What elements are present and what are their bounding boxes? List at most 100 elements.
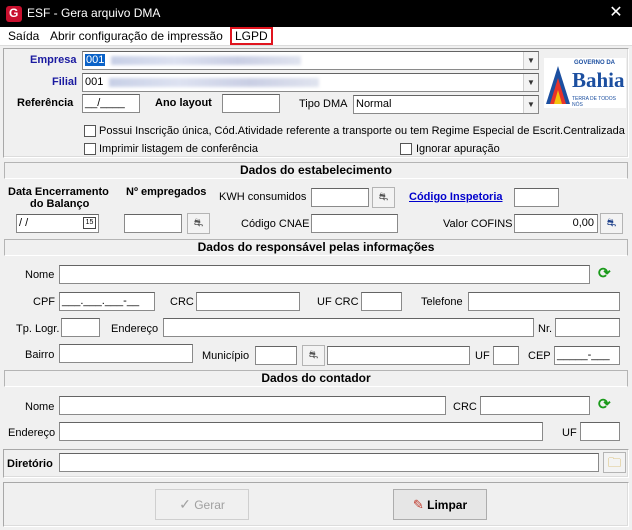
contador-endereco-input[interactable] <box>59 422 543 441</box>
empregados-label: Nº empregados <box>126 186 207 198</box>
imprimir-listagem-checkbox[interactable] <box>84 143 96 155</box>
uf-crc-input[interactable] <box>361 292 402 311</box>
binoculars-icon[interactable]: ⛐ <box>302 345 325 366</box>
imprimir-listagem-label: Imprimir listagem de conferência <box>99 143 258 155</box>
limpar-label: Limpar <box>427 498 468 512</box>
do-balanco-label: do Balanço <box>30 198 90 210</box>
tp-logr-label: Tp. Logr. <box>16 323 60 335</box>
cep-label: CEP <box>528 350 551 362</box>
binoculars-icon[interactable]: ⛐ <box>187 213 210 234</box>
empregados-input[interactable] <box>124 214 182 233</box>
close-icon[interactable]: ✕ <box>604 2 628 24</box>
nr-input[interactable] <box>555 318 620 337</box>
refresh-icon[interactable]: ⟳ <box>598 264 611 282</box>
tp-logr-input[interactable] <box>61 318 100 337</box>
eraser-icon: ✎ <box>412 497 424 512</box>
cofins-label: Valor COFINS <box>443 218 513 230</box>
inscricao-unica-checkbox[interactable] <box>84 125 96 137</box>
codigo-inspetoria-input[interactable] <box>514 188 559 207</box>
empresa-combo[interactable]: 001 ▼ <box>82 51 539 70</box>
gerar-label: Gerar <box>194 498 225 512</box>
municipio-code-input[interactable] <box>255 346 297 365</box>
diretorio-label: Diretório <box>7 458 53 470</box>
responsavel-nome-input[interactable] <box>59 265 590 284</box>
check-icon: ✓ <box>179 496 191 512</box>
folder-open-icon[interactable]: 🗀 <box>603 452 626 473</box>
data-encerramento-value: / / <box>19 217 29 229</box>
contador-crc-input[interactable] <box>480 396 590 415</box>
municipio-label: Município <box>202 350 250 362</box>
contador-nome-label: Nome <box>25 401 55 413</box>
kwh-input[interactable] <box>311 188 369 207</box>
empresa-name-redacted <box>111 55 302 65</box>
contador-uf-input[interactable] <box>580 422 620 441</box>
codigo-inspetoria-link[interactable]: Código Inspetoria <box>409 191 503 203</box>
municipio-name-input[interactable] <box>327 346 470 365</box>
filial-name-redacted <box>109 77 320 87</box>
window-title: ESF - Gera arquivo DMA <box>27 6 161 20</box>
refresh-icon[interactable]: ⟳ <box>598 395 611 413</box>
cep-input[interactable]: _____-___ <box>554 346 620 365</box>
referencia-input[interactable]: __/____ <box>82 94 140 113</box>
inscricao-unica-label: Possui Inscrição única, Cód.Atividade re… <box>99 125 625 137</box>
app-icon <box>6 6 22 22</box>
data-encerramento-label: Data Encerramento <box>8 186 109 198</box>
menu-saida[interactable]: Saída <box>8 29 39 43</box>
crc-input[interactable] <box>196 292 300 311</box>
uf-label: UF <box>475 350 490 362</box>
menu-lgpd[interactable]: LGPD <box>230 27 273 45</box>
logo-top-text: GOVERNO DA <box>574 60 616 66</box>
uf-crc-label: UF CRC <box>317 296 359 308</box>
ano-layout-input[interactable] <box>222 94 280 113</box>
menu-abrir-configuracao[interactable]: Abrir configuração de impressão <box>50 29 223 43</box>
bairro-label: Bairro <box>25 349 55 361</box>
filial-code: 001 <box>85 76 104 88</box>
cnae-label: Código CNAE <box>241 218 310 230</box>
logo-sub-text: TERRA DE TODOS NÓS <box>572 96 616 108</box>
responsavel-heading: Dados do responsável pelas informações <box>4 239 628 256</box>
kwh-label: KWH consumidos <box>219 191 307 203</box>
contador-heading: Dados do contador <box>4 370 628 387</box>
telefone-label: Telefone <box>421 296 463 308</box>
binoculars-icon[interactable]: ⛐ <box>600 213 623 234</box>
contador-nome-input[interactable] <box>59 396 446 415</box>
empresa-label: Empresa <box>30 54 77 66</box>
gerar-button[interactable]: ✓ Gerar <box>155 489 249 520</box>
diretorio-input[interactable] <box>59 453 599 472</box>
responsavel-nome-label: Nome <box>25 269 55 281</box>
logo-main-text: Bahia <box>572 68 625 92</box>
cnae-input[interactable] <box>311 214 398 233</box>
calendar-icon[interactable]: 15 <box>83 217 96 229</box>
tipo-dma-combo[interactable]: Normal ▼ <box>353 95 539 114</box>
button-panel <box>3 482 629 527</box>
chevron-down-icon[interactable]: ▼ <box>523 96 538 113</box>
binoculars-icon[interactable]: ⛐ <box>372 187 395 208</box>
title-bar: ESF - Gera arquivo DMA ✕ <box>0 0 632 27</box>
estabelecimento-heading: Dados do estabelecimento <box>4 162 628 179</box>
bairro-input[interactable] <box>59 344 193 363</box>
telefone-input[interactable] <box>468 292 620 311</box>
cpf-label: CPF <box>33 296 55 308</box>
menu-bar: Saída Abrir configuração de impressão LG… <box>0 27 632 46</box>
referencia-label: Referência <box>17 97 74 109</box>
chevron-down-icon[interactable]: ▼ <box>523 74 538 91</box>
ignorar-apuracao-label: Ignorar apuração <box>416 143 500 155</box>
endereco-input[interactable] <box>163 318 534 337</box>
filial-label: Filial <box>52 76 78 88</box>
cofins-input[interactable]: 0,00 <box>514 214 598 233</box>
contador-endereco-label: Endereço <box>8 427 56 439</box>
uf-input[interactable] <box>493 346 519 365</box>
contador-uf-label: UF <box>562 427 577 439</box>
filial-combo[interactable]: 001 ▼ <box>82 73 539 92</box>
contador-crc-label: CRC <box>453 401 477 413</box>
tipo-dma-label: Tipo DMA <box>299 98 348 110</box>
governo-bahia-logo: GOVERNO DA Bahia TERRA DE TODOS NÓS <box>544 58 626 108</box>
nr-label: Nr. <box>538 323 553 335</box>
chevron-down-icon[interactable]: ▼ <box>523 52 538 69</box>
cpf-input[interactable]: ___.___.___-__ <box>59 292 155 311</box>
crc-label: CRC <box>170 296 194 308</box>
limpar-button[interactable]: ✎ Limpar <box>393 489 487 520</box>
endereco-label: Endereço <box>111 323 159 335</box>
ignorar-apuracao-checkbox[interactable] <box>400 143 412 155</box>
data-encerramento-input[interactable]: / / 15 <box>16 214 99 233</box>
